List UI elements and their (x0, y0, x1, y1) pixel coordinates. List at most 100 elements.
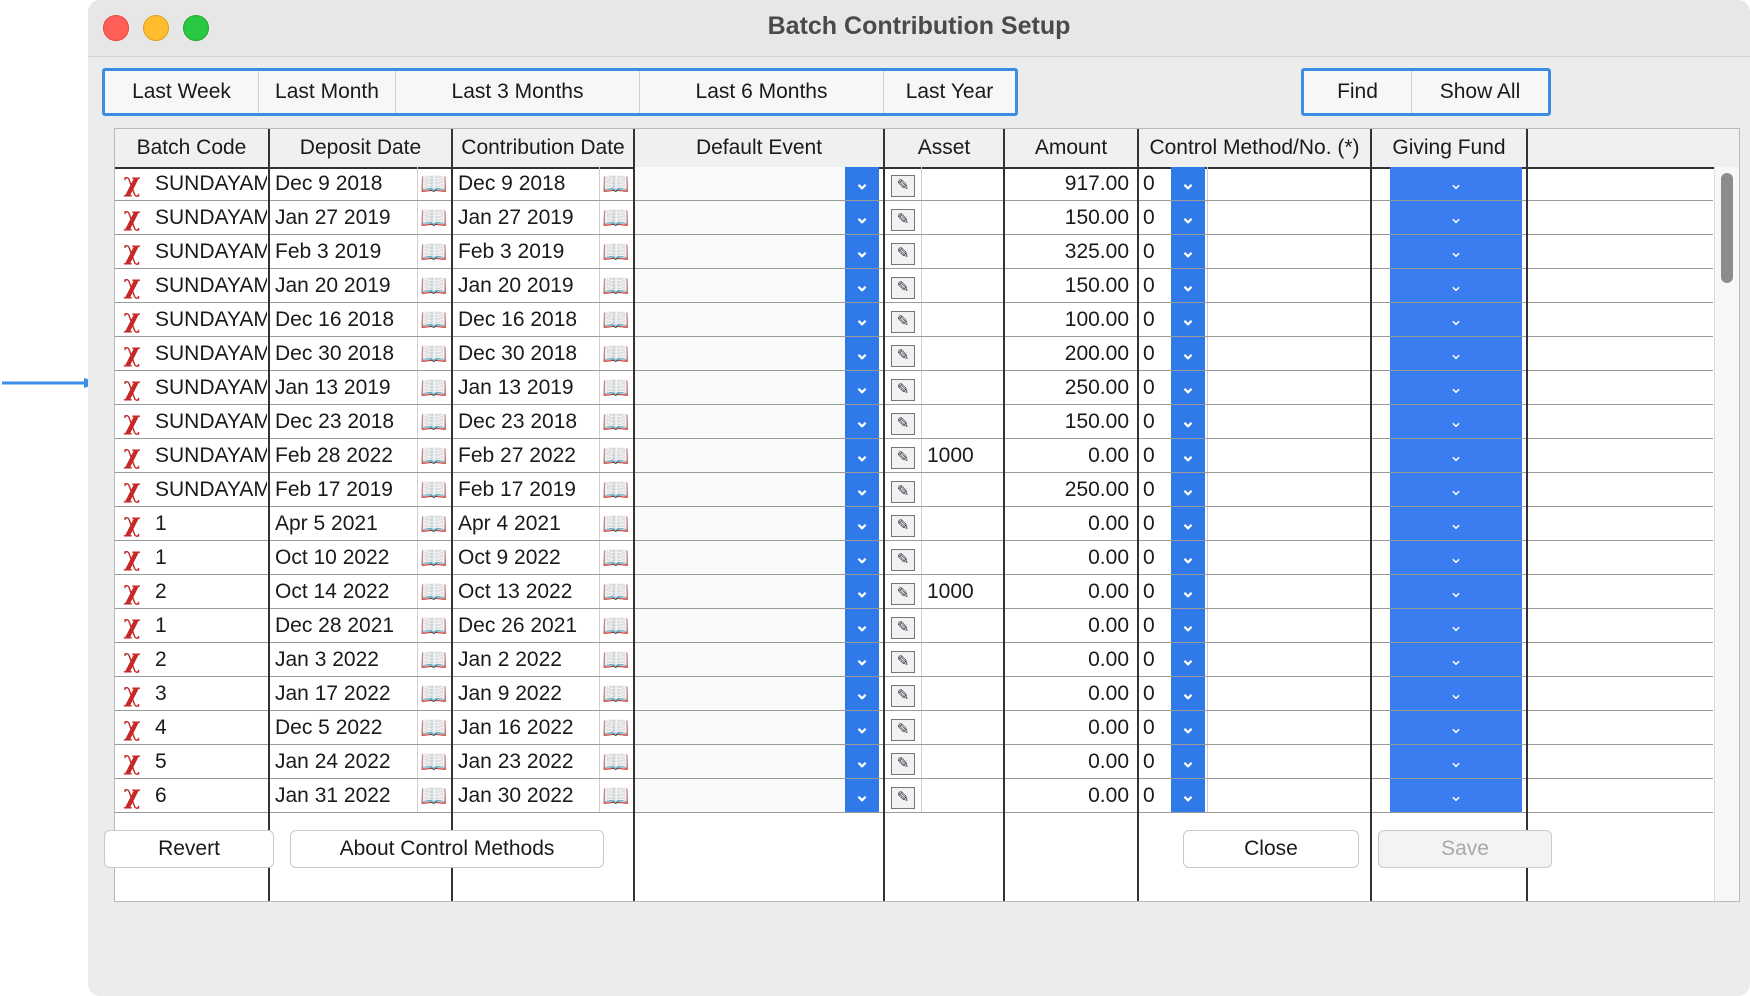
edit-note-icon[interactable]: ✎ (885, 235, 922, 268)
edit-note-icon[interactable]: ✎ (885, 745, 922, 778)
deposit-date-cell[interactable]: Jan 27 2019 (275, 201, 415, 234)
default-event-select[interactable] (635, 303, 845, 336)
batch-code-cell[interactable]: SUNDAYAM (155, 371, 267, 404)
batch-code-cell[interactable]: 1 (155, 507, 267, 540)
table-row[interactable]: χ 4 Dec 5 2022 📖 Jan 16 2022 📖 ⌄ ✎ 0.00 0 ⌄ ⌄ (115, 711, 1713, 745)
amount-cell[interactable]: 250.00 (1005, 371, 1135, 404)
table-row[interactable]: χ 1 Apr 5 2021 📖 Apr 4 2021 📖 ⌄ ✎ 0.00 0 ⌄ ⌄ (115, 507, 1713, 541)
chevron-down-icon[interactable]: ⌄ (845, 439, 879, 472)
deposit-date-cell[interactable]: Feb 3 2019 (275, 235, 415, 268)
control-method-value[interactable]: 0 (1143, 337, 1167, 370)
edit-note-icon[interactable]: ✎ (885, 711, 922, 744)
amount-cell[interactable]: 0.00 (1005, 711, 1135, 744)
control-number-field[interactable] (1207, 507, 1368, 540)
amount-cell[interactable]: 200.00 (1005, 337, 1135, 370)
chevron-down-icon[interactable]: ⌄ (1171, 201, 1205, 234)
col-batch-code[interactable]: Batch Code (115, 129, 270, 167)
control-method-value[interactable]: 0 (1143, 167, 1167, 200)
last-3-months-button[interactable]: Last 3 Months (396, 71, 640, 113)
edit-note-icon[interactable]: ✎ (885, 167, 922, 200)
chevron-down-icon[interactable]: ⌄ (845, 371, 879, 404)
control-method-value[interactable]: 0 (1143, 235, 1167, 268)
col-asset[interactable]: Asset (885, 129, 1005, 167)
calendar-book-icon[interactable]: 📖 (417, 575, 450, 608)
edit-note-icon[interactable]: ✎ (885, 677, 922, 710)
last-month-button[interactable]: Last Month (259, 71, 396, 113)
calendar-book-icon[interactable]: 📖 (599, 235, 632, 268)
batch-code-cell[interactable]: 1 (155, 541, 267, 574)
control-number-field[interactable] (1207, 235, 1368, 268)
giving-fund-select[interactable]: ⌄ (1390, 235, 1522, 268)
chevron-down-icon[interactable]: ⌄ (845, 337, 879, 370)
calendar-book-icon[interactable]: 📖 (417, 711, 450, 744)
contribution-date-cell[interactable]: Jan 27 2019 (458, 201, 598, 234)
default-event-select[interactable] (635, 677, 845, 710)
calendar-book-icon[interactable]: 📖 (417, 507, 450, 540)
amount-cell[interactable]: 0.00 (1005, 507, 1135, 540)
deposit-date-cell[interactable]: Jan 3 2022 (275, 643, 415, 676)
table-row[interactable]: χ 5 Jan 24 2022 📖 Jan 23 2022 📖 ⌄ ✎ 0.00 0 ⌄ ⌄ (115, 745, 1713, 779)
contribution-date-cell[interactable]: Jan 9 2022 (458, 677, 598, 710)
contribution-date-cell[interactable]: Feb 17 2019 (458, 473, 598, 506)
delete-x-icon[interactable]: χ (117, 745, 147, 778)
giving-fund-select[interactable]: ⌄ (1390, 711, 1522, 744)
calendar-book-icon[interactable]: 📖 (599, 541, 632, 574)
batch-code-cell[interactable]: SUNDAYAM (155, 439, 267, 472)
calendar-book-icon[interactable]: 📖 (417, 541, 450, 574)
calendar-book-icon[interactable]: 📖 (417, 439, 450, 472)
edit-note-icon[interactable]: ✎ (885, 405, 922, 438)
control-method-value[interactable]: 0 (1143, 643, 1167, 676)
chevron-down-icon[interactable]: ⌄ (1171, 371, 1205, 404)
giving-fund-select[interactable]: ⌄ (1390, 507, 1522, 540)
chevron-down-icon[interactable]: ⌄ (1171, 711, 1205, 744)
deposit-date-cell[interactable]: Dec 28 2021 (275, 609, 415, 642)
chevron-down-icon[interactable]: ⌄ (845, 201, 879, 234)
giving-fund-select[interactable]: ⌄ (1390, 575, 1522, 608)
deposit-date-cell[interactable]: Apr 5 2021 (275, 507, 415, 540)
control-number-field[interactable] (1207, 541, 1368, 574)
default-event-select[interactable] (635, 371, 845, 404)
control-number-field[interactable] (1207, 167, 1368, 200)
batch-code-cell[interactable]: 6 (155, 779, 267, 812)
amount-cell[interactable]: 0.00 (1005, 745, 1135, 778)
edit-note-icon[interactable]: ✎ (885, 439, 922, 472)
calendar-book-icon[interactable]: 📖 (599, 439, 632, 472)
delete-x-icon[interactable]: χ (117, 541, 147, 574)
giving-fund-select[interactable]: ⌄ (1390, 269, 1522, 302)
delete-x-icon[interactable]: χ (117, 269, 147, 302)
chevron-down-icon[interactable]: ⌄ (1171, 643, 1205, 676)
contribution-date-cell[interactable]: Oct 13 2022 (458, 575, 598, 608)
last-week-button[interactable]: Last Week (105, 71, 259, 113)
deposit-date-cell[interactable]: Dec 16 2018 (275, 303, 415, 336)
amount-cell[interactable]: 150.00 (1005, 201, 1135, 234)
table-row[interactable]: χ 1 Oct 10 2022 📖 Oct 9 2022 📖 ⌄ ✎ 0.00 0 ⌄ ⌄ (115, 541, 1713, 575)
amount-cell[interactable]: 0.00 (1005, 439, 1135, 472)
control-method-value[interactable]: 0 (1143, 541, 1167, 574)
chevron-down-icon[interactable]: ⌄ (845, 745, 879, 778)
asset-cell[interactable] (927, 711, 1001, 744)
control-number-field[interactable] (1207, 439, 1368, 472)
default-event-select[interactable] (635, 507, 845, 540)
control-method-value[interactable]: 0 (1143, 745, 1167, 778)
contribution-date-cell[interactable]: Dec 23 2018 (458, 405, 598, 438)
delete-x-icon[interactable]: χ (117, 235, 147, 268)
edit-note-icon[interactable]: ✎ (885, 473, 922, 506)
deposit-date-cell[interactable]: Feb 17 2019 (275, 473, 415, 506)
calendar-book-icon[interactable]: 📖 (599, 201, 632, 234)
calendar-book-icon[interactable]: 📖 (417, 269, 450, 302)
delete-x-icon[interactable]: χ (117, 507, 147, 540)
contribution-date-cell[interactable]: Dec 9 2018 (458, 167, 598, 200)
contribution-date-cell[interactable]: Jan 2 2022 (458, 643, 598, 676)
default-event-select[interactable] (635, 167, 845, 200)
control-number-field[interactable] (1207, 575, 1368, 608)
asset-cell[interactable] (927, 677, 1001, 710)
control-number-field[interactable] (1207, 303, 1368, 336)
delete-x-icon[interactable]: χ (117, 711, 147, 744)
calendar-book-icon[interactable]: 📖 (417, 473, 450, 506)
deposit-date-cell[interactable]: Oct 10 2022 (275, 541, 415, 574)
calendar-book-icon[interactable]: 📖 (599, 745, 632, 778)
chevron-down-icon[interactable]: ⌄ (845, 405, 879, 438)
control-method-value[interactable]: 0 (1143, 711, 1167, 744)
giving-fund-select[interactable]: ⌄ (1390, 643, 1522, 676)
control-method-value[interactable]: 0 (1143, 473, 1167, 506)
